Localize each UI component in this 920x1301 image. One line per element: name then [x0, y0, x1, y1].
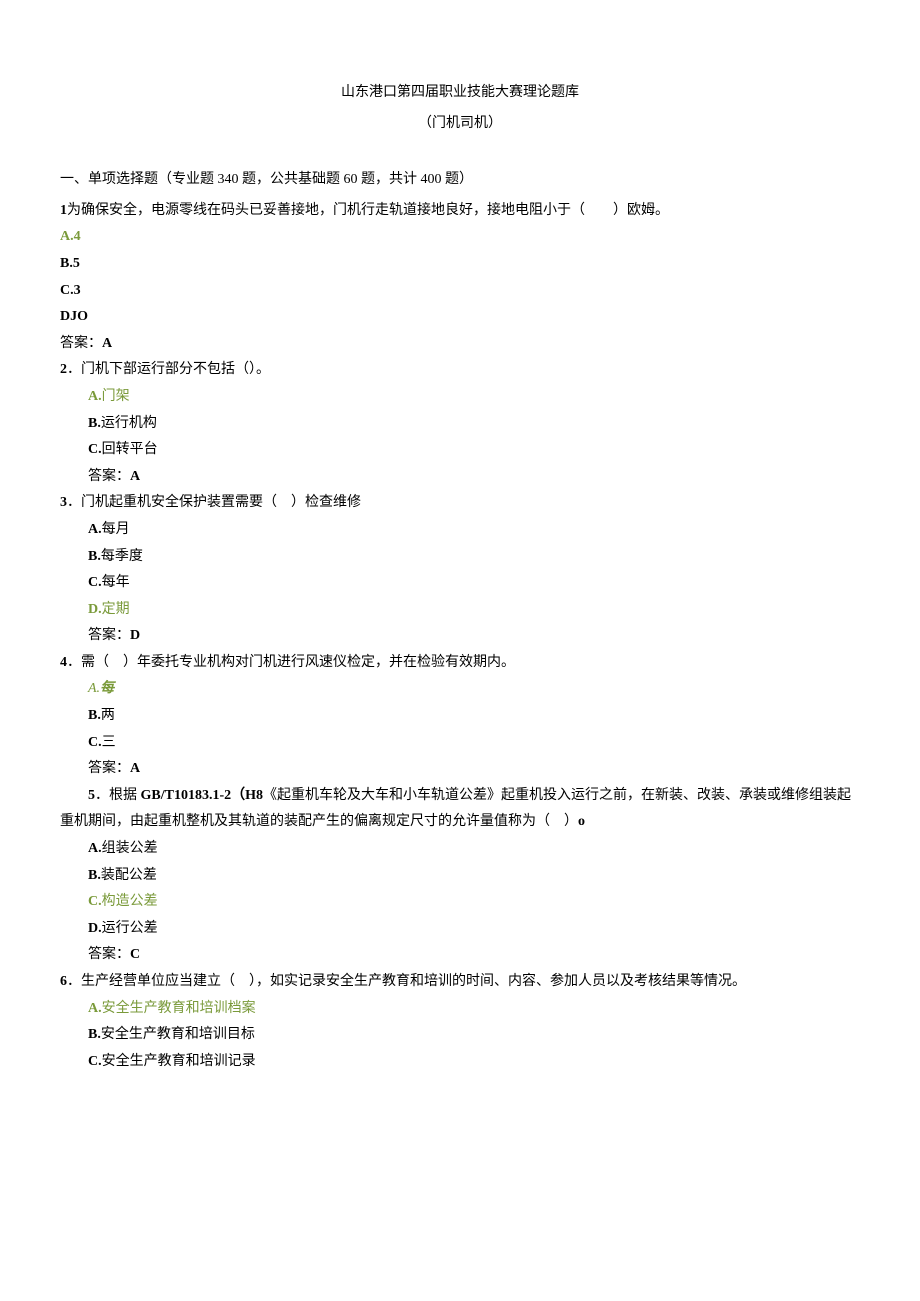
doc-subtitle: （门机司机）	[60, 111, 860, 138]
q4-text: 4．需（ ）年委托专业机构对门机进行风速仪检定，并在检验有效期内。	[60, 650, 860, 677]
q6-opt-b: B.安全生产教育和培训目标	[60, 1022, 860, 1049]
q2-c-val: 回转平台	[102, 442, 158, 457]
q1-opt-d: DJO	[60, 304, 860, 331]
q2-text: 2．门机下部运行部分不包括（）。	[60, 357, 860, 384]
q4-b-prefix: B.	[88, 708, 101, 723]
q4-body: ．需（ ）年委托专业机构对门机进行风速仪检定，并在检验有效期内。	[67, 655, 515, 670]
q6-a-val: 安全生产教育和培训档案	[102, 1001, 256, 1016]
q1-body: 为确保安全，电源零线在码头已妥善接地，门机行走轨道接地良好，接地电阻小于（ ）欧…	[67, 203, 669, 218]
q5-text: 5．根据 GB/T10183.1-2（H8《起重机车轮及大车和小车轨道公差》起重…	[60, 783, 860, 836]
q5-opt-b: B.装配公差	[60, 863, 860, 890]
q2-b-val: 运行机构	[101, 416, 157, 431]
q6-c-val: 安全生产教育和培训记录	[102, 1054, 256, 1069]
section-heading: 一、单项选择题（专业题 340 题，公共基础题 60 题，共计 400 题）	[60, 167, 860, 194]
q3-c-prefix: C.	[88, 575, 102, 590]
q4-a-prefix: A.	[88, 681, 100, 696]
q3-d-val: 定期	[102, 602, 130, 617]
q1-text: 1为确保安全，电源零线在码头已妥善接地，门机行走轨道接地良好，接地电阻小于（ ）…	[60, 198, 860, 225]
q3-text: 3．门机起重机安全保护装置需要（ ）检查维修	[60, 490, 860, 517]
q2-c-prefix: C.	[88, 442, 102, 457]
q5-opt-a: A.组装公差	[60, 836, 860, 863]
q4-a-val: 每	[100, 681, 114, 696]
q2-ans-val: A	[130, 469, 140, 484]
q5-b1: GB/T10183.1-2（H8	[141, 788, 264, 803]
q3-d-prefix: D.	[88, 602, 102, 617]
q1-num: 1	[60, 203, 67, 218]
q3-a-val: 每月	[102, 522, 130, 537]
q6-text: 6．生产经营单位应当建立（ ），如实记录安全生产教育和培训的时间、内容、参加人员…	[60, 969, 860, 996]
q4-c-prefix: C.	[88, 735, 102, 750]
q6-a-prefix: A.	[88, 1001, 102, 1016]
q3-num: 3	[60, 495, 67, 510]
q6-body: ．生产经营单位应当建立（ ），如实记录安全生产教育和培训的时间、内容、参加人员以…	[67, 974, 746, 989]
q5-a-prefix: A.	[88, 841, 102, 856]
q3-a-prefix: A.	[88, 522, 102, 537]
q5-b2: o	[578, 814, 585, 829]
q2-a-val: 门架	[102, 389, 130, 404]
q4-num: 4	[60, 655, 67, 670]
q4-ans-val: A	[130, 761, 140, 776]
q5-answer: 答案：C	[60, 942, 860, 969]
q5-num: 5	[88, 788, 95, 803]
q6-c-prefix: C.	[88, 1054, 102, 1069]
q5-c-val: 构造公差	[102, 894, 158, 909]
q2-opt-a: A.门架	[60, 384, 860, 411]
q1-ans-val: A	[102, 336, 112, 351]
q5-d-prefix: D.	[88, 921, 102, 936]
q3-opt-b: B.每季度	[60, 544, 860, 571]
q2-a-prefix: A.	[88, 389, 102, 404]
q4-opt-b: B.两	[60, 703, 860, 730]
q1-answer: 答案：A	[60, 331, 860, 358]
q5-a-val: 组装公差	[102, 841, 158, 856]
q2-answer: 答案：A	[60, 464, 860, 491]
q2-num: 2	[60, 362, 67, 377]
q6-opt-c: C.安全生产教育和培训记录	[60, 1049, 860, 1076]
q3-c-val: 每年	[102, 575, 130, 590]
q1-opt-c: C.3	[60, 278, 860, 305]
q2-body: ．门机下部运行部分不包括（）。	[67, 362, 270, 377]
q3-opt-a: A.每月	[60, 517, 860, 544]
q4-opt-c: C.三	[60, 730, 860, 757]
q4-b-val: 两	[101, 708, 115, 723]
q3-body: ．门机起重机安全保护装置需要（ ）检查维修	[67, 495, 361, 510]
q3-b-prefix: B.	[88, 549, 101, 564]
q6-num: 6	[60, 974, 67, 989]
q5-opt-c: C.构造公差	[60, 889, 860, 916]
q1-ans-label: 答案：	[60, 336, 102, 351]
q3-ans-val: D	[130, 628, 140, 643]
q5-c-prefix: C.	[88, 894, 102, 909]
q5-ans-val: C	[130, 947, 140, 962]
q2-opt-b: B.运行机构	[60, 411, 860, 438]
q1-opt-a: A.4	[60, 224, 860, 251]
q2-opt-c: C.回转平台	[60, 437, 860, 464]
q4-c-val: 三	[102, 735, 116, 750]
q5-d-val: 运行公差	[102, 921, 158, 936]
q5-t1: ．根据	[95, 788, 141, 803]
q4-opt-a: A.每	[60, 676, 860, 703]
q1-opt-b: B.5	[60, 251, 860, 278]
q3-answer: 答案：D	[60, 623, 860, 650]
q4-answer: 答案：A	[60, 756, 860, 783]
q5-b-prefix: B.	[88, 868, 101, 883]
q3-b-val: 每季度	[101, 549, 143, 564]
q2-b-prefix: B.	[88, 416, 101, 431]
q5-opt-d: D.运行公差	[60, 916, 860, 943]
q5-b-val: 装配公差	[101, 868, 157, 883]
doc-title: 山东港口第四届职业技能大赛理论题库	[60, 80, 860, 107]
q6-b-prefix: B.	[88, 1027, 101, 1042]
q3-opt-d: D.定期	[60, 597, 860, 624]
q6-b-val: 安全生产教育和培训目标	[101, 1027, 255, 1042]
q3-opt-c: C.每年	[60, 570, 860, 597]
q6-opt-a: A.安全生产教育和培训档案	[60, 996, 860, 1023]
